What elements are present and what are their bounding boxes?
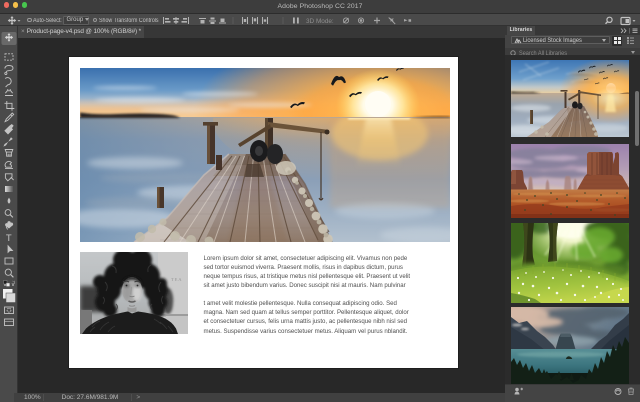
svg-text:3D Mode:: 3D Mode: [306,18,334,25]
svg-text:T: T [6,233,12,244]
svg-text:TEA: TEA [171,277,182,282]
